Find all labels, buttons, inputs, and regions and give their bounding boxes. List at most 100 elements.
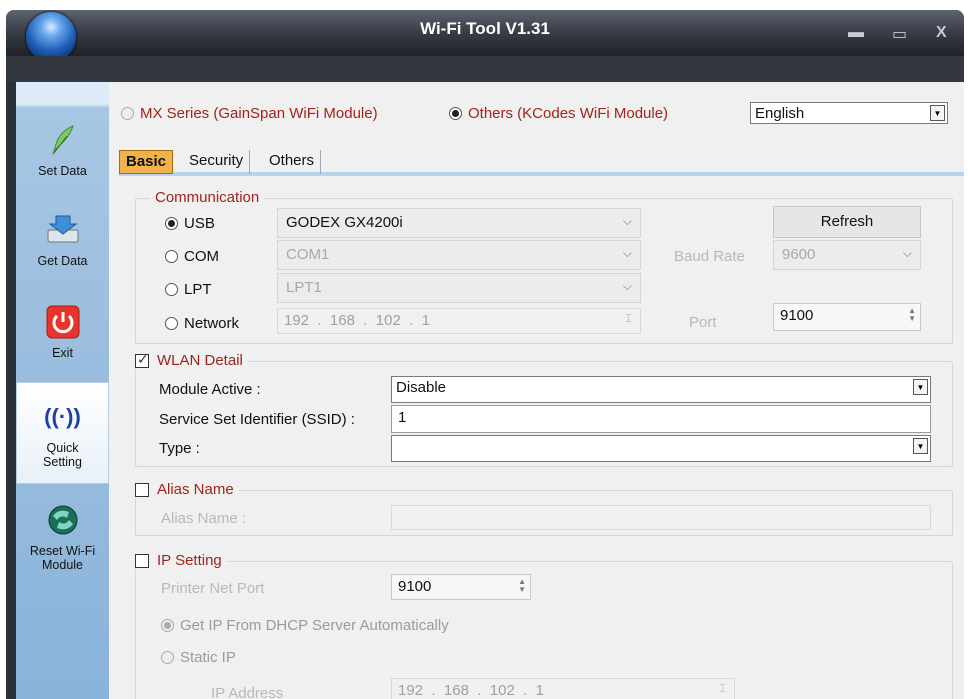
network-option[interactable]: Network <box>165 315 239 332</box>
mx-series-radio[interactable] <box>121 107 134 120</box>
lpt-port-value: LPT1 <box>286 279 322 296</box>
usb-device-select[interactable]: GODEX GX4200i ⌵ <box>277 208 641 238</box>
others-module-option[interactable]: Others (KCodes WiFi Module) <box>449 105 668 122</box>
language-select[interactable]: English ▼ <box>750 102 948 124</box>
static-ip-option[interactable]: Static IP <box>161 649 236 666</box>
ssid-input[interactable]: 1 <box>391 405 931 433</box>
tab-others[interactable]: Others <box>263 150 322 174</box>
port-value: 9100 <box>780 307 814 324</box>
tab-basic[interactable]: Basic <box>119 150 174 174</box>
sidebar-item-quick-setting[interactable]: ((·)) Quick Setting <box>16 382 109 484</box>
spinner-arrows-icon[interactable]: ▲ ▼ <box>518 578 526 594</box>
network-label: Network <box>184 315 240 332</box>
language-value: English <box>755 105 805 122</box>
com-port-select[interactable]: COM1 ⌵ <box>277 240 641 270</box>
main-content: MX Series (GainSpan WiFi Module) Others … <box>109 82 964 699</box>
alias-name-checkbox[interactable] <box>135 482 149 497</box>
ip-setting-checkbox[interactable] <box>135 553 149 568</box>
ip-octet-4: 1 <box>421 312 431 329</box>
ip-dot: . <box>359 312 372 329</box>
type-label: Type : <box>159 440 200 457</box>
tab-bar: Basic Security Others <box>119 150 964 176</box>
spinner-arrows-icon[interactable]: ▲ ▼ <box>908 307 916 323</box>
sidebar-item-exit[interactable]: Exit <box>16 302 109 360</box>
chevron-down-icon: ⌵ <box>622 246 632 260</box>
usb-device-value: GODEX GX4200i <box>286 214 403 231</box>
printer-net-port-value: 9100 <box>398 578 432 595</box>
title-bar[interactable]: Wi-Fi Tool V1.31 ▬ ▭ X <box>6 10 964 62</box>
network-ip-field[interactable]: 192 . 168 . 102 . 1 ⌶ <box>277 308 641 334</box>
ip-octet-2: 168 <box>329 312 355 329</box>
com-radio[interactable] <box>165 250 178 263</box>
lpt-radio[interactable] <box>165 283 178 296</box>
sidebar-item-reset-wifi[interactable]: Reset Wi-Fi Module <box>16 500 109 572</box>
module-active-label: Module Active : <box>159 381 261 398</box>
others-module-radio[interactable] <box>449 107 462 120</box>
port-field[interactable]: 9100 ▲ ▼ <box>773 303 921 331</box>
reset-globe-icon <box>43 500 83 540</box>
com-option[interactable]: COM <box>165 248 219 265</box>
usb-label: USB <box>184 215 215 232</box>
lpt-option[interactable]: LPT <box>165 281 212 298</box>
tab-security[interactable]: Security <box>183 150 251 174</box>
usb-option[interactable]: USB <box>165 215 215 232</box>
close-icon[interactable]: X <box>936 24 947 42</box>
network-radio[interactable] <box>165 317 178 330</box>
ip-dot: . <box>427 682 440 699</box>
ip-dot: . <box>473 682 486 699</box>
alias-name-title: Alias Name <box>157 481 234 498</box>
ip-dot: . <box>518 682 532 699</box>
type-select[interactable]: ▼ <box>391 435 931 462</box>
ip-octet-4: 1 <box>535 682 545 699</box>
dhcp-label: Get IP From DHCP Server Automatically <box>180 617 449 634</box>
ip-octet-3: 102 <box>375 312 401 329</box>
ip-setting-header[interactable]: IP Setting <box>130 552 227 569</box>
com-port-value: COM1 <box>286 246 330 263</box>
com-label: COM <box>184 248 219 265</box>
wlan-detail-title: WLAN Detail <box>157 352 243 369</box>
ip-octet-1: 192 <box>398 682 424 699</box>
module-active-value: Disable <box>396 379 447 396</box>
lpt-port-select[interactable]: LPT1 ⌵ <box>277 273 641 303</box>
others-module-label: Others (KCodes WiFi Module) <box>468 105 669 122</box>
module-active-select[interactable]: Disable ▼ <box>391 376 931 403</box>
wlan-detail-header[interactable]: WLAN Detail <box>130 351 248 369</box>
communication-title: Communication <box>150 189 265 206</box>
port-label: Port <box>689 314 717 331</box>
sidebar-item-set-data[interactable]: Set Data <box>16 120 109 178</box>
dropdown-arrow-icon: ▼ <box>913 438 928 454</box>
sidebar-item-label: Set Data <box>38 164 87 178</box>
mx-series-option[interactable]: MX Series (GainSpan WiFi Module) <box>121 105 378 122</box>
sidebar-item-label: Reset Wi-Fi Module <box>29 544 96 572</box>
wireless-signal-icon: ((·)) <box>44 404 81 429</box>
download-drive-icon <box>43 210 83 250</box>
alias-name-header[interactable]: Alias Name <box>130 481 239 498</box>
static-ip-radio[interactable] <box>161 651 174 664</box>
printer-net-port-label: Printer Net Port <box>161 580 265 597</box>
baud-rate-label: Baud Rate <box>674 248 745 265</box>
printer-net-port-field[interactable]: 9100 ▲ ▼ <box>391 574 531 600</box>
app-window: Wi-Fi Tool V1.31 ▬ ▭ X Set Data Get Data… <box>6 10 964 699</box>
sidebar-item-label: Exit <box>52 346 73 360</box>
baud-rate-select[interactable]: 9600 ⌵ <box>773 240 921 270</box>
static-ip-field[interactable]: 192 . 168 . 102 . 1 ⌶ <box>391 678 735 699</box>
power-icon <box>43 302 83 342</box>
ssid-value: 1 <box>398 409 407 426</box>
usb-radio[interactable] <box>165 217 178 230</box>
dropdown-arrow-icon: ▼ <box>930 105 945 121</box>
dhcp-option[interactable]: Get IP From DHCP Server Automatically <box>161 617 449 634</box>
ip-octet-2: 168 <box>443 682 469 699</box>
alias-name-input[interactable] <box>391 505 931 530</box>
maximize-icon[interactable]: ▭ <box>892 24 907 44</box>
static-ip-label: Static IP <box>180 649 236 666</box>
sidebar-item-label: Quick Setting <box>43 441 82 469</box>
chevron-down-icon: ⌵ <box>622 214 632 228</box>
wlan-detail-checkbox[interactable] <box>135 351 149 368</box>
sidebar-item-get-data[interactable]: Get Data <box>16 210 109 268</box>
refresh-button[interactable]: Refresh <box>773 206 921 238</box>
minimize-icon[interactable]: ▬ <box>848 24 864 42</box>
dhcp-radio[interactable] <box>161 619 174 632</box>
ip-dot: . <box>404 312 418 329</box>
ip-dot: . <box>313 312 326 329</box>
sidebar-item-label: Get Data <box>37 254 88 268</box>
